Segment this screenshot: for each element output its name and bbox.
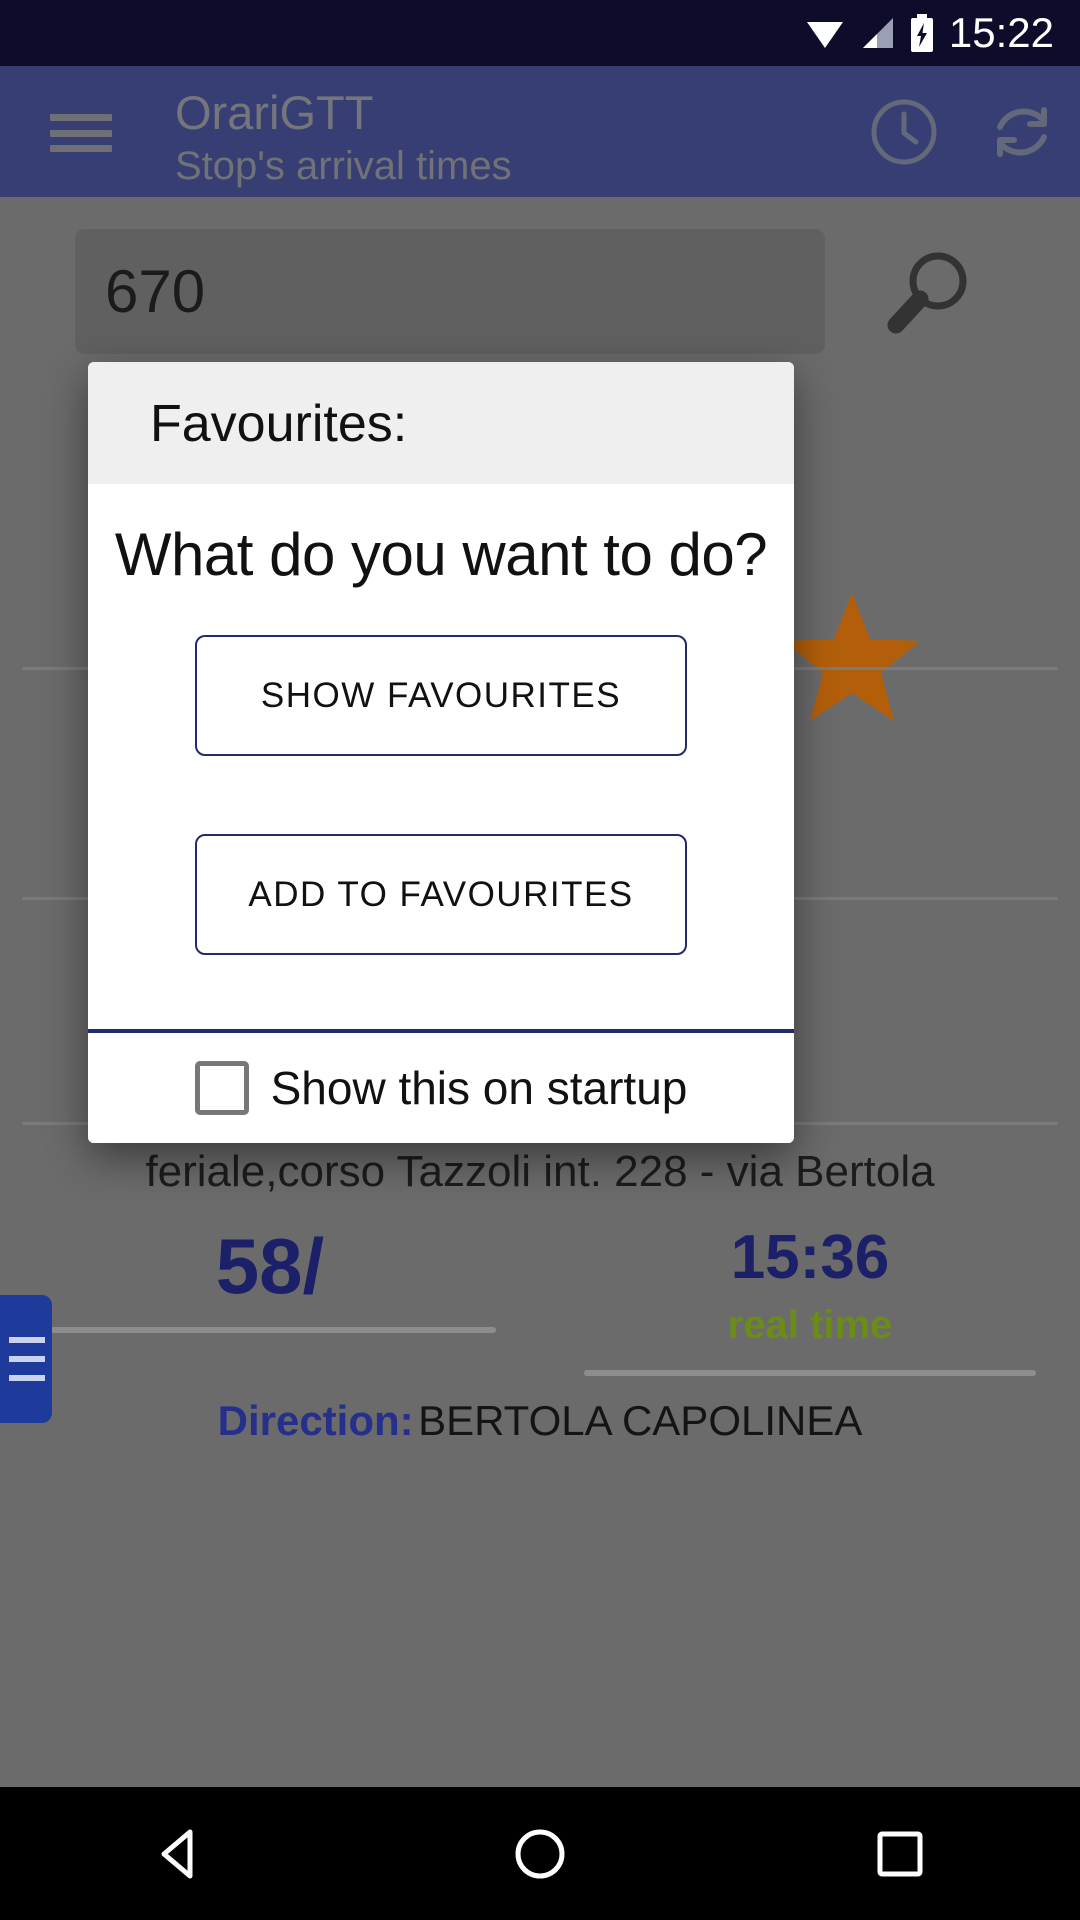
time-cell: 15:36 real time xyxy=(540,1227,1080,1376)
favourites-dialog: Favourites: What do you want to do? SHOW… xyxy=(88,362,794,1143)
direction-row: Direction: BERTOLA CAPOLINEA xyxy=(0,1397,1080,1445)
direction-value: BERTOLA CAPOLINEA xyxy=(418,1397,863,1444)
cell-underline xyxy=(44,1327,496,1333)
back-triangle-icon[interactable] xyxy=(135,1809,225,1899)
arrival-time: 15:36 xyxy=(730,1223,890,1292)
line-number: 58/ xyxy=(215,1222,325,1310)
stop-description: feriale,corso Tazzoli int. 228 - via Ber… xyxy=(145,1147,935,1196)
search-input-value: 670 xyxy=(105,258,206,325)
show-favourites-button[interactable]: SHOW FAVOURITES xyxy=(195,635,687,756)
system-navigation-bar xyxy=(0,1787,1080,1920)
show-on-startup-label: Show this on startup xyxy=(270,1062,688,1114)
app-bar: OrariGTT Stop's arrival times xyxy=(0,66,1080,197)
star-icon[interactable] xyxy=(782,587,922,732)
dialog-title: Favourites: xyxy=(150,395,408,453)
dialog-body: What do you want to do? SHOW FAVOURITES … xyxy=(88,484,794,1143)
status-bar: 15:22 xyxy=(0,0,1080,66)
search-input[interactable]: 670 xyxy=(75,229,825,354)
magnifier-icon[interactable] xyxy=(880,247,976,343)
status-bar-clock: 15:22 xyxy=(948,9,1054,56)
battery-charging-icon xyxy=(909,14,935,52)
line-cell: 58/ xyxy=(0,1227,540,1376)
dialog-question: What do you want to do? xyxy=(114,521,768,588)
cell-underline xyxy=(584,1370,1036,1376)
dialog-header: Favourites: xyxy=(88,362,794,484)
search-row: 670 xyxy=(0,229,1080,359)
recents-square-icon[interactable] xyxy=(855,1809,945,1899)
app-bar-dim-overlay xyxy=(0,66,1080,197)
show-on-startup-checkbox[interactable] xyxy=(194,1061,249,1115)
wifi-icon xyxy=(805,16,845,50)
arrival-row[interactable]: 58/ 15:36 real time xyxy=(0,1227,1080,1376)
cell-signal-icon xyxy=(859,16,895,50)
add-to-favourites-button[interactable]: ADD TO FAVOURITES xyxy=(195,834,687,955)
dialog-footer[interactable]: Show this on startup xyxy=(88,1033,794,1143)
realtime-badge: real time xyxy=(727,1303,893,1347)
drawer-handle-icon[interactable] xyxy=(0,1295,52,1423)
direction-label: Direction: xyxy=(217,1397,414,1444)
home-circle-icon[interactable] xyxy=(495,1809,585,1899)
phone-screen: 15:22 OrariGTT Stop's arrival times 670 … xyxy=(0,0,1080,1920)
